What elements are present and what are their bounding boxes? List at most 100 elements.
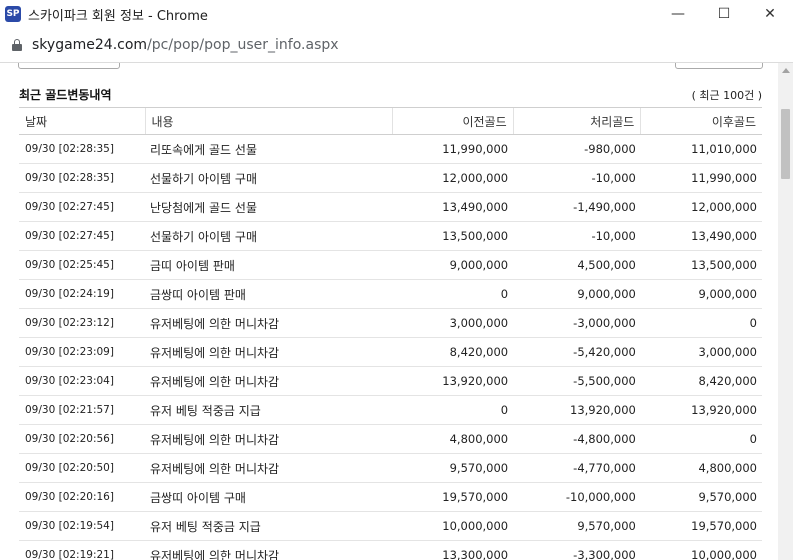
partial-button-left[interactable]	[18, 63, 120, 69]
cell-processed-gold: -10,000	[513, 163, 641, 193]
table-row: 09/30 [02:24:19] 금쌍띠 아이템 판매 0 9,000,000 9,00…	[19, 279, 762, 309]
close-button[interactable]: ✕	[747, 0, 793, 28]
cell-processed-gold: -5,420,000	[513, 337, 641, 367]
cell-date: 09/30 [02:20:16]	[19, 482, 145, 512]
cell-processed-gold: -1,490,000	[513, 192, 641, 222]
cell-description: 금쌍띠 아이템 판매	[145, 279, 392, 309]
window-controls: — ☐ ✕	[655, 0, 793, 28]
url-host: skygame24.com	[32, 37, 148, 53]
partial-button-right[interactable]	[675, 63, 763, 69]
cell-after-gold: 11,010,000	[640, 134, 762, 164]
cell-processed-gold: -3,000,000	[513, 308, 641, 338]
cell-after-gold: 9,570,000	[640, 482, 762, 512]
cell-previous-gold: 0	[392, 279, 514, 309]
url-text[interactable]: skygame24.com/pc/pop/pop_user_info.aspx	[32, 37, 339, 53]
cell-previous-gold: 13,500,000	[392, 221, 514, 251]
cell-processed-gold: -980,000	[513, 134, 641, 164]
cell-after-gold: 0	[640, 424, 762, 454]
cell-after-gold: 10,000,000	[640, 540, 762, 560]
page-content: 최근 골드변동내역 ( 최근 100건 ) 날짜 내용 이전골드 처리골드 이후…	[0, 63, 778, 560]
cell-previous-gold: 0	[392, 395, 514, 425]
header-after-gold: 이후골드	[640, 107, 762, 135]
cell-after-gold: 8,420,000	[640, 366, 762, 396]
cell-description: 유저베팅에 의한 머니차감	[145, 424, 392, 454]
cell-previous-gold: 11,990,000	[392, 134, 514, 164]
cell-processed-gold: 9,000,000	[513, 279, 641, 309]
maximize-button[interactable]: ☐	[701, 0, 747, 28]
table-row: 09/30 [02:23:09] 유저베팅에 의한 머니차감 8,420,000 -5…	[19, 337, 762, 367]
cell-after-gold: 12,000,000	[640, 192, 762, 222]
section-title: 최근 골드변동내역	[19, 88, 112, 102]
cell-description: 난당첨에게 골드 선물	[145, 192, 392, 222]
minimize-button[interactable]: —	[655, 0, 701, 28]
cell-description: 선물하기 아이템 구매	[145, 221, 392, 251]
cell-previous-gold: 8,420,000	[392, 337, 514, 367]
table-row: 09/30 [02:19:54] 유저 베팅 적중금 지급 10,000,000 9,…	[19, 511, 762, 541]
cell-description: 유저베팅에 의한 머니차감	[145, 337, 392, 367]
cell-date: 09/30 [02:24:19]	[19, 279, 145, 309]
cell-after-gold: 3,000,000	[640, 337, 762, 367]
window-titlebar: SP 스카이파크 회원 정보 - Chrome — ☐ ✕	[0, 0, 793, 28]
cell-date: 09/30 [02:25:45]	[19, 250, 145, 280]
cell-previous-gold: 19,570,000	[392, 482, 514, 512]
cell-description: 유저베팅에 의한 머니차감	[145, 453, 392, 483]
cell-previous-gold: 12,000,000	[392, 163, 514, 193]
cell-after-gold: 9,000,000	[640, 279, 762, 309]
cell-date: 09/30 [02:23:04]	[19, 366, 145, 396]
cell-processed-gold: -3,300,000	[513, 540, 641, 560]
cell-previous-gold: 10,000,000	[392, 511, 514, 541]
cell-after-gold: 11,990,000	[640, 163, 762, 193]
cell-previous-gold: 13,920,000	[392, 366, 514, 396]
cell-previous-gold: 9,000,000	[392, 250, 514, 280]
lock-icon[interactable]	[12, 39, 22, 51]
cell-previous-gold: 4,800,000	[392, 424, 514, 454]
record-count: ( 최근 100건 )	[691, 89, 762, 102]
vertical-scrollbar[interactable]	[778, 63, 793, 560]
cell-date: 09/30 [02:19:21]	[19, 540, 145, 560]
table-row: 09/30 [02:25:45] 금띠 아이템 판매 9,000,000 4,500,…	[19, 250, 762, 280]
table-row: 09/30 [02:20:50] 유저베팅에 의한 머니차감 9,570,000 -4…	[19, 453, 762, 483]
cell-processed-gold: -4,800,000	[513, 424, 641, 454]
cell-description: 리또속에게 골드 선물	[145, 134, 392, 164]
table-row: 09/30 [02:23:04] 유저베팅에 의한 머니차감 13,920,000-…	[19, 366, 762, 396]
cell-after-gold: 13,920,000	[640, 395, 762, 425]
header-processed-gold: 처리골드	[512, 107, 641, 135]
cell-description: 선물하기 아이템 구매	[145, 163, 392, 193]
table-row: 09/30 [02:28:35] 리또속에게 골드 선물 11,990,000 -98…	[19, 134, 762, 164]
cell-after-gold: 19,570,000	[640, 511, 762, 541]
scroll-up-arrow-icon[interactable]	[778, 63, 793, 77]
cell-date: 09/30 [02:21:57]	[19, 395, 145, 425]
cell-date: 09/30 [02:23:09]	[19, 337, 145, 367]
cell-description: 금띠 아이템 판매	[145, 250, 392, 280]
cell-description: 유저 베팅 적중금 지급	[145, 511, 392, 541]
cell-after-gold: 13,500,000	[640, 250, 762, 280]
table-row: 09/30 [02:27:45] 선물하기 아이템 구매 13,500,000 -10…	[19, 221, 762, 251]
cell-description: 유저베팅에 의한 머니차감	[145, 366, 392, 396]
header-previous-gold: 이전골드	[391, 107, 514, 135]
table-row: 09/30 [02:20:56] 유저베팅에 의한 머니차감 4,800,000 -4…	[19, 424, 762, 454]
scroll-thumb[interactable]	[781, 109, 790, 179]
cell-processed-gold: 13,920,000	[513, 395, 641, 425]
cell-processed-gold: -5,500,000	[513, 366, 641, 396]
cell-after-gold: 13,490,000	[640, 221, 762, 251]
cell-date: 09/30 [02:28:35]	[19, 163, 145, 193]
table-header-row: 날짜 내용 이전골드 처리골드 이후골드	[19, 107, 762, 135]
table-row: 09/30 [02:28:35] 선물하기 아이템 구매 12,000,000 -10…	[19, 163, 762, 193]
header-description: 내용	[144, 107, 392, 135]
cell-date: 09/30 [02:19:54]	[19, 511, 145, 541]
cell-description: 금쌍띠 아이템 구매	[145, 482, 392, 512]
cell-previous-gold: 9,570,000	[392, 453, 514, 483]
cell-processed-gold: 9,570,000	[513, 511, 641, 541]
table-row: 09/30 [02:21:57] 유저 베팅 적중금 지급 0 13,920,000 1…	[19, 395, 762, 425]
cell-processed-gold: -10,000	[513, 221, 641, 251]
cell-previous-gold: 13,300,000	[392, 540, 514, 560]
cell-processed-gold: -4,770,000	[513, 453, 641, 483]
cell-date: 09/30 [02:27:45]	[19, 192, 145, 222]
url-path: /pc/pop/pop_user_info.aspx	[147, 37, 339, 53]
table-row: 09/30 [02:19:21] 유저베팅에 의한 머니차감 13,300,000-…	[19, 540, 762, 560]
cell-date: 09/30 [02:20:50]	[19, 453, 145, 483]
table-row: 09/30 [02:23:12] 유저베팅에 의한 머니차감 3,000,000 -3…	[19, 308, 762, 338]
cell-date: 09/30 [02:27:45]	[19, 221, 145, 251]
table-row: 09/30 [02:20:16] 금쌍띠 아이템 구매 19,570,000 -10,…	[19, 482, 762, 512]
address-bar[interactable]: skygame24.com/pc/pop/pop_user_info.aspx	[0, 28, 793, 63]
